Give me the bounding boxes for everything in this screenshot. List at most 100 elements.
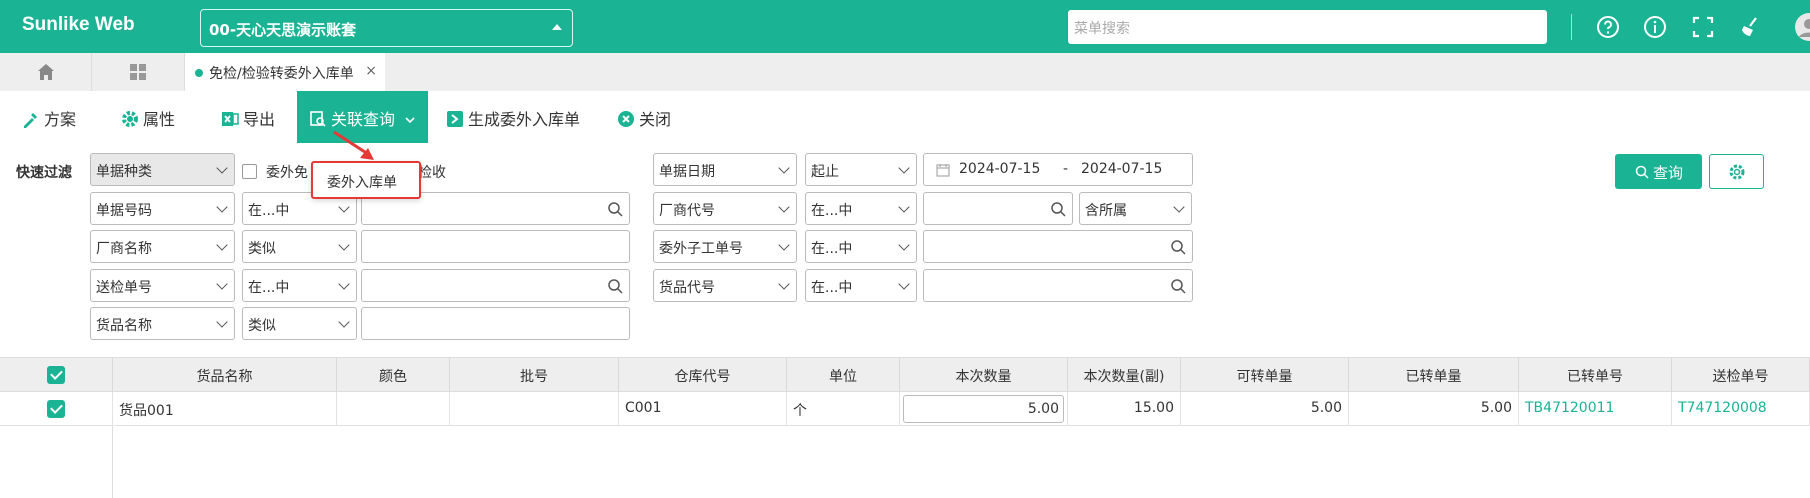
close-circle-icon	[618, 111, 634, 127]
apps-tab[interactable]	[92, 53, 185, 91]
goods-name-op-select[interactable]: 类似	[242, 307, 357, 340]
search-icon[interactable]	[1050, 201, 1066, 217]
top-bar: Sunlike Web 00-天心天思演示账套 菜单搜索	[0, 0, 1810, 53]
doc-no-field-select[interactable]: 单据号码	[90, 192, 235, 225]
inspect-no-select[interactable]: 送检单号	[90, 269, 235, 302]
cell-transferred-no-link[interactable]: TB47120011	[1519, 392, 1672, 426]
date-range-select[interactable]: 起止	[805, 153, 917, 186]
col-header[interactable]: 批号	[450, 358, 619, 392]
search-icon[interactable]	[1170, 278, 1186, 294]
search-icon[interactable]	[607, 201, 623, 217]
divider	[1571, 14, 1572, 40]
home-tab[interactable]	[0, 53, 92, 91]
query-label: 查询	[1653, 164, 1684, 182]
op-value: 类似	[248, 318, 276, 334]
chevron-down-icon	[338, 316, 350, 328]
col-header[interactable]: 颜色	[337, 358, 450, 392]
vendor-code-input[interactable]	[923, 192, 1073, 225]
cell-batch[interactable]	[450, 392, 619, 426]
cell-transferred[interactable]: 5.00	[1349, 392, 1519, 426]
goods-code-select[interactable]: 货品代号	[653, 269, 797, 302]
close-tab-icon[interactable]: ×	[365, 63, 377, 79]
date-range-input[interactable]: 2024-07-15 - 2024-07-15	[923, 153, 1193, 186]
goods-name-input[interactable]	[361, 307, 630, 340]
menu-item-outsource-receipt[interactable]: 委外入库单	[311, 161, 421, 199]
col-header[interactable]: 本次数量	[900, 358, 1068, 392]
col-header[interactable]: 已转单号	[1519, 358, 1672, 392]
properties-button[interactable]: 属性	[121, 91, 175, 143]
inspect-no-op-select[interactable]: 在...中	[242, 269, 357, 302]
row-checkbox[interactable]	[47, 400, 65, 418]
date-from: 2024-07-15	[959, 161, 1041, 177]
cell-qty2[interactable]: 15.00	[1068, 392, 1181, 426]
outsource-checkbox[interactable]	[242, 164, 257, 179]
doc-date-select[interactable]: 单据日期	[653, 153, 797, 186]
col-header[interactable]: 货品名称	[113, 358, 337, 392]
cell-qty[interactable]: 5.00	[900, 392, 1068, 426]
scheme-button[interactable]: 方案	[22, 91, 76, 143]
row-select-cell[interactable]	[0, 392, 113, 426]
query-button[interactable]: 查询	[1615, 154, 1702, 189]
help-icon[interactable]	[1595, 14, 1621, 40]
fullscreen-icon[interactable]	[1690, 14, 1716, 40]
chevron-down-icon	[898, 201, 910, 213]
chevron-down-icon	[778, 162, 790, 174]
vendor-code-select[interactable]: 厂商代号	[653, 192, 797, 225]
generate-label: 生成委外入库单	[468, 110, 581, 129]
chevron-down-icon	[216, 201, 228, 213]
search-icon[interactable]	[1170, 239, 1186, 255]
doc-type-select[interactable]: 单据种类	[90, 153, 235, 186]
goods-code-input[interactable]	[923, 269, 1193, 302]
active-dot-icon	[195, 69, 203, 77]
sub-order-op-select[interactable]: 在...中	[805, 230, 917, 263]
col-header[interactable]: 仓库代号	[619, 358, 787, 392]
account-selector[interactable]: 00-天心天思演示账套	[200, 9, 573, 47]
chevron-down-icon	[898, 162, 910, 174]
date-separator: -	[1063, 161, 1069, 177]
info-icon[interactable]	[1642, 14, 1668, 40]
sub-order-select[interactable]: 委外子工单号	[653, 230, 797, 263]
generate-order-button[interactable]: 生成委外入库单	[446, 91, 580, 143]
export-label: 导出	[243, 110, 276, 129]
goods-code-op-select[interactable]: 在...中	[805, 269, 917, 302]
cell-can-transfer[interactable]: 5.00	[1181, 392, 1349, 426]
cell-unit[interactable]: 个	[787, 392, 900, 426]
chevron-down-icon	[898, 239, 910, 251]
col-header[interactable]: 单位	[787, 358, 900, 392]
cell-color[interactable]	[337, 392, 450, 426]
export-button[interactable]: 导出	[221, 91, 275, 143]
goods-name-select[interactable]: 货品名称	[90, 307, 235, 340]
qty-input[interactable]: 5.00	[903, 395, 1064, 423]
col-header[interactable]: 可转单量	[1181, 358, 1349, 392]
vendor-code-op-select[interactable]: 在...中	[805, 192, 917, 225]
menu-search-input[interactable]: 菜单搜索	[1068, 10, 1547, 44]
broom-icon[interactable]	[1738, 14, 1764, 40]
vendor-name-input[interactable]	[361, 230, 630, 263]
close-button[interactable]: 关闭	[617, 91, 671, 143]
include-sub-select[interactable]: 含所属	[1079, 192, 1192, 225]
cell-inspect-no-link[interactable]: T747120008	[1672, 392, 1810, 426]
vendor-name-op-select[interactable]: 类似	[242, 230, 357, 263]
doc-no-value: 单据号码	[96, 203, 152, 219]
inspect-no-input[interactable]	[361, 269, 630, 302]
generate-icon	[447, 111, 463, 127]
chevron-down-icon	[216, 316, 228, 328]
col-header[interactable]: 本次数量(副)	[1068, 358, 1181, 392]
chevron-down-icon	[778, 201, 790, 213]
cell-warehouse[interactable]: C001	[619, 392, 787, 426]
col-header[interactable]: 已转单量	[1349, 358, 1519, 392]
vendor-name-select[interactable]: 厂商名称	[90, 230, 235, 263]
tab-transfer-order[interactable]: 免检/检验转委外入库单 ×	[185, 53, 385, 91]
col-header[interactable]: 送检单号	[1672, 358, 1810, 392]
link-query-label: 关联查询	[331, 110, 396, 129]
calendar-icon	[936, 164, 950, 177]
select-all-checkbox[interactable]	[47, 366, 65, 384]
avatar[interactable]	[1794, 12, 1810, 42]
chevron-down-icon	[1173, 201, 1185, 213]
search-icon[interactable]	[607, 278, 623, 294]
settings-button[interactable]	[1709, 154, 1764, 189]
select-all-header[interactable]	[0, 358, 113, 392]
sub-order-input[interactable]	[923, 230, 1193, 263]
account-label: 00-天心天思演示账套	[209, 21, 357, 39]
cell-goods[interactable]: 货品001	[113, 392, 337, 426]
